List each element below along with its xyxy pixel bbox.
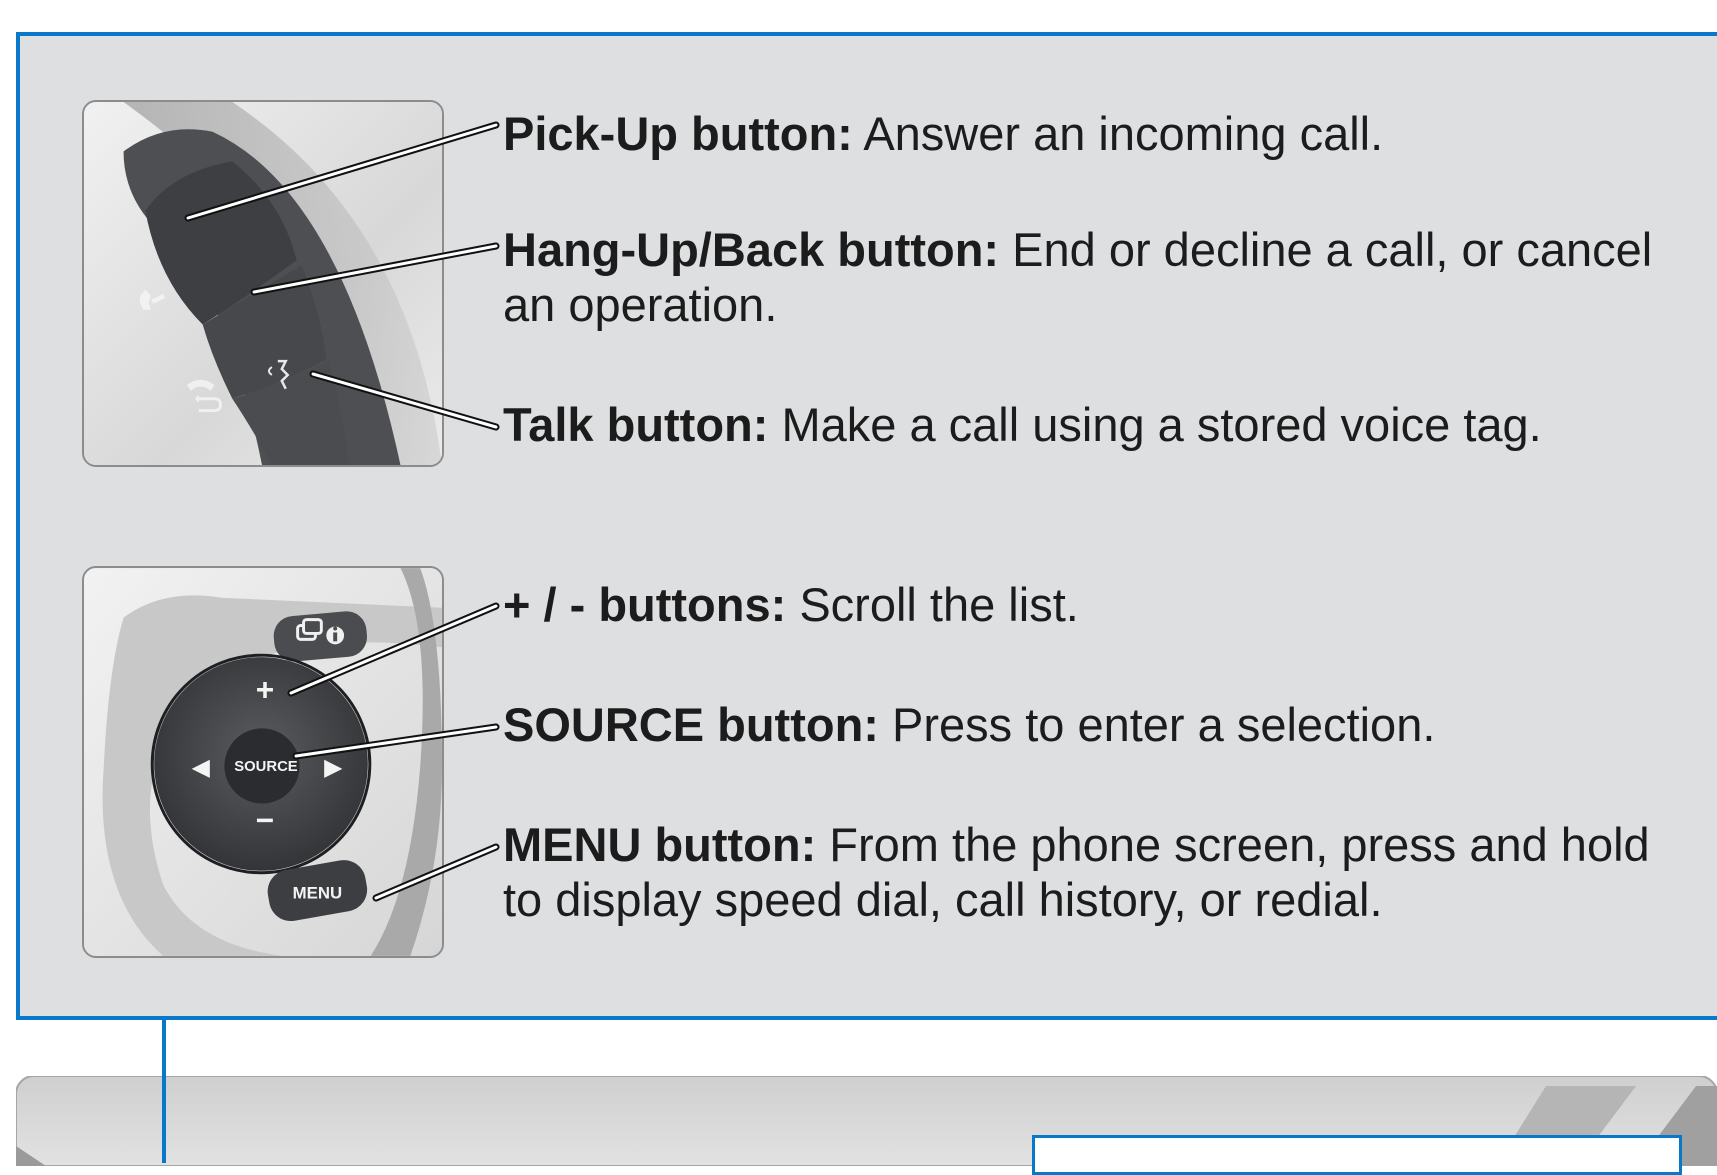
plusminus-label: + / - buttons:	[503, 578, 787, 631]
steering-control-pad-image: + − ◀ ▶ SOURCE MENU	[82, 566, 444, 958]
plusminus-text: Scroll the list.	[799, 578, 1079, 631]
menu-button-label: MENU button:	[503, 818, 817, 871]
callout-box	[1032, 1135, 1682, 1175]
pickup-text: Answer an incoming call.	[863, 107, 1384, 160]
source-text: Press to enter a selection.	[892, 698, 1436, 751]
talk-label: Talk button:	[503, 398, 769, 451]
pickup-label: Pick-Up button:	[503, 107, 853, 160]
menu-label: MENU	[293, 883, 342, 902]
right-arrow-label: ▶	[324, 753, 343, 781]
source-button-label: SOURCE button:	[503, 698, 879, 751]
source-description: SOURCE button: Press to enter a selectio…	[503, 697, 1703, 752]
pickup-description: Pick-Up button: Answer an incoming call.	[503, 106, 1703, 161]
menu-description: MENU button: From the phone screen, pres…	[503, 817, 1653, 927]
source-label: SOURCE	[234, 759, 298, 775]
hangup-description: Hang-Up/Back button: End or decline a ca…	[503, 222, 1653, 332]
connector-line	[162, 1020, 166, 1163]
plusminus-description: + / - buttons: Scroll the list.	[503, 577, 1703, 632]
plus-label: +	[256, 672, 274, 708]
left-arrow-label: ◀	[192, 753, 211, 781]
hangup-label: Hang-Up/Back button:	[503, 223, 1000, 276]
steering-phone-buttons-image	[82, 100, 444, 467]
talk-description: Talk button: Make a call using a stored …	[503, 397, 1703, 452]
talk-text: Make a call using a stored voice tag.	[781, 398, 1542, 451]
minus-label: −	[256, 802, 274, 838]
